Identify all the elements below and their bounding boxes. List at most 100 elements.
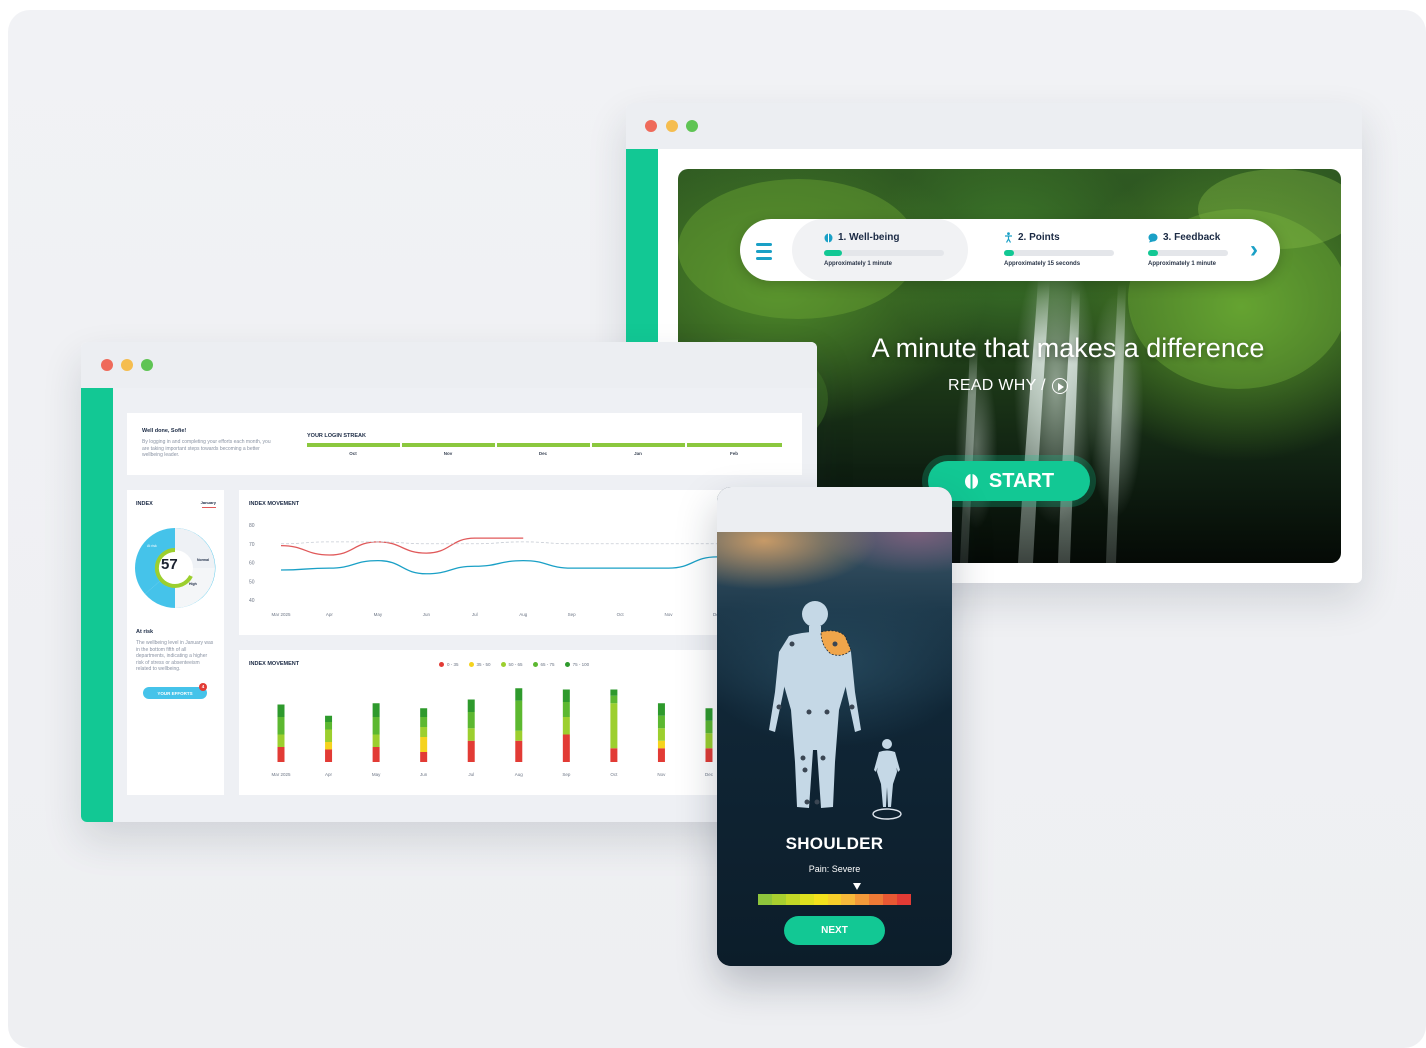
start-button[interactable]: START	[928, 461, 1090, 501]
y-tick-label: 80	[249, 523, 255, 529]
bar-segment	[657, 740, 665, 749]
streak-segment	[497, 443, 590, 447]
close-dot[interactable]	[101, 359, 113, 371]
scale-segment[interactable]	[869, 894, 884, 905]
bar-segment	[420, 717, 428, 727]
step-wellbeing[interactable]: 1. Well-being Approximately 1 minute	[824, 232, 944, 267]
bar-segment	[657, 748, 665, 762]
scale-segment[interactable]	[855, 894, 870, 905]
scale-segment[interactable]	[897, 894, 911, 905]
series-line	[280, 556, 718, 575]
x-tick-label: Sep	[562, 772, 571, 777]
x-tick-label: Jun	[423, 612, 431, 617]
x-tick-label: May	[374, 612, 383, 617]
notification-badge: 4	[199, 683, 207, 691]
index-value: 57	[161, 556, 178, 573]
streak-segment	[402, 443, 495, 447]
bar-segment	[562, 734, 570, 762]
bar-segment	[562, 689, 570, 702]
bar-segment	[372, 717, 380, 735]
x-tick-label: Dec	[705, 772, 714, 777]
maximize-dot[interactable]	[141, 359, 153, 371]
phone-screen: SHOULDER Pain: Severe NEXT	[717, 487, 952, 966]
streak-month: Feb	[729, 451, 739, 456]
brain-icon	[964, 473, 978, 489]
bar-segment	[467, 740, 475, 762]
close-dot[interactable]	[645, 120, 657, 132]
next-label: NEXT	[821, 925, 848, 936]
y-tick-label: 70	[249, 542, 255, 548]
play-icon	[1051, 378, 1068, 394]
scale-segment[interactable]	[827, 894, 842, 905]
bar-segment	[610, 703, 618, 749]
next-button[interactable]: NEXT	[784, 916, 885, 945]
title-bar	[81, 342, 817, 388]
bar-segment	[420, 708, 428, 717]
scale-segment[interactable]	[785, 894, 800, 905]
index-card: INDEX January 57 At risk Normal High At …	[127, 490, 224, 795]
bar-segment	[515, 740, 523, 762]
scale-segment[interactable]	[771, 894, 786, 905]
title-bar	[626, 103, 1362, 149]
step-duration: Approximately 1 minute	[824, 261, 893, 267]
step-progress	[1148, 250, 1228, 256]
pain-marker-icon[interactable]	[853, 883, 861, 890]
bar-segment	[705, 733, 713, 749]
bar-segment	[467, 699, 475, 712]
welcome-title: Well done, Sofie!	[142, 428, 187, 434]
bar-segment	[372, 734, 380, 747]
risk-label: At risk	[147, 544, 157, 548]
index-month: January	[200, 500, 216, 505]
bar-segment	[515, 688, 523, 701]
bar-segment	[420, 752, 428, 762]
bar-segment	[515, 700, 523, 731]
streak-month: Jan	[634, 451, 642, 456]
menu-icon[interactable]	[754, 239, 776, 261]
minimize-dot[interactable]	[121, 359, 133, 371]
x-tick-label: Sep	[568, 612, 577, 617]
scale-segment[interactable]	[799, 894, 814, 905]
pain-scale[interactable]	[758, 894, 911, 905]
scale-segment[interactable]	[758, 894, 772, 905]
streak-month: Nov	[443, 451, 453, 456]
bar-segment	[562, 717, 570, 735]
bar-segment	[657, 728, 665, 741]
y-tick-label: 40	[249, 598, 255, 604]
x-tick-label: Jul	[472, 612, 478, 617]
welcome-text: By logging in and completing your effort…	[142, 439, 271, 458]
scale-segment[interactable]	[883, 894, 898, 905]
step-label: 2. Points	[1018, 232, 1060, 243]
hero-title: A minute that makes a difference	[871, 333, 1265, 363]
scale-segment[interactable]	[841, 894, 856, 905]
minimize-dot[interactable]	[666, 120, 678, 132]
brain-icon	[824, 233, 833, 242]
bar-segment	[277, 747, 285, 762]
bar-segment	[325, 749, 333, 762]
x-tick-label: Nov	[665, 612, 674, 617]
your-efforts-button[interactable]: YOUR EFFORTS	[143, 687, 207, 699]
body-map	[769, 601, 902, 820]
body-part-title: SHOULDER	[785, 834, 884, 853]
bar-segment	[420, 737, 428, 752]
streak-segment	[307, 443, 400, 447]
read-why-link[interactable]: READ WHY /	[948, 377, 1068, 395]
streak-segment	[592, 443, 685, 447]
step-points[interactable]: 2. Points Approximately 15 seconds	[1004, 232, 1124, 267]
bar-segment	[277, 717, 285, 735]
bar-segment	[420, 727, 428, 737]
bar-segment	[277, 704, 285, 717]
scale-segment[interactable]	[813, 894, 828, 905]
x-tick-label: May	[372, 772, 381, 777]
series-line	[280, 541, 717, 545]
bar-segment	[610, 695, 618, 704]
chevron-right-icon[interactable]: ›	[1242, 236, 1266, 264]
bar-segment	[325, 722, 333, 730]
maximize-dot[interactable]	[686, 120, 698, 132]
bar-segment	[562, 702, 570, 717]
sidebar	[81, 388, 113, 822]
chat-bubble-icon	[1148, 233, 1158, 242]
x-tick-label: Jun	[420, 772, 428, 777]
bar-segment	[705, 720, 713, 734]
x-tick-label: Aug	[519, 612, 528, 617]
y-tick-label: 50	[249, 579, 255, 585]
